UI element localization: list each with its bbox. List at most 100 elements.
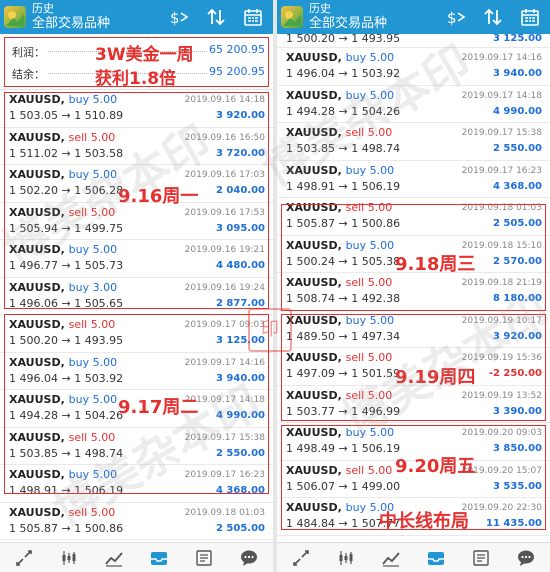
trade-datetime: 2019.09.17 14:16 bbox=[461, 53, 542, 63]
news-icon[interactable] bbox=[471, 548, 491, 568]
trade-datetime: 2019.09.19 15:36 bbox=[461, 353, 542, 363]
svg-text:$: $ bbox=[170, 9, 180, 27]
symbol-text: XAUUSD, bbox=[286, 238, 342, 252]
trade-pl: 4 990.00 bbox=[492, 105, 542, 117]
list-item[interactable]: XAUUSD, sell 5.00 1 511.02 → 1 503.58 2019… bbox=[0, 128, 273, 165]
chat-icon[interactable] bbox=[239, 548, 259, 568]
list-item[interactable]: XAUUSD, buy 5.00 1 503.05 → 1 510.89 2019.… bbox=[0, 90, 273, 128]
calendar-icon[interactable] bbox=[242, 6, 264, 28]
trade-symbol: XAUUSD, buy 5.00 bbox=[286, 501, 394, 514]
trade-pl: 2 550.00 bbox=[492, 143, 542, 154]
app-header: 历史 全部交易品种 $ bbox=[0, 0, 273, 34]
trade-pl: 2 570.00 bbox=[492, 255, 542, 267]
trade-datetime: 2019.09.18 15:10 bbox=[461, 240, 542, 251]
symbol-text: XAUUSD, bbox=[286, 463, 342, 477]
list-item[interactable]: XAUUSD, buy 5.00 1 496.77 → 1 505.73 2019.… bbox=[0, 240, 273, 278]
trade-side: sell 5.00 bbox=[68, 130, 116, 144]
trade-prices: 1 498.91 → 1 506.19 bbox=[286, 179, 401, 193]
chart-icon[interactable] bbox=[104, 548, 124, 568]
app-logo-icon[interactable] bbox=[4, 6, 26, 28]
list-item[interactable]: XAUUSD, buy 5.00 1 496.04 → 1 503.92 2019.… bbox=[0, 353, 273, 390]
list-item-partial[interactable]: 1 500.20 → 1 493.95 3 125.00 bbox=[277, 34, 550, 48]
list-item[interactable]: XAUUSD, buy 5.00 1 489.50 → 1 497.34 2019.… bbox=[277, 311, 550, 348]
trade-side: buy 5.00 bbox=[345, 88, 395, 102]
trade-symbol: XAUUSD, sell 5.00 bbox=[286, 464, 392, 477]
trade-datetime: 2019.09.18 21:19 bbox=[461, 278, 542, 288]
exchange-icon[interactable]: $ bbox=[168, 6, 190, 28]
trade-datetime: 2019.09.16 17:03 bbox=[184, 170, 265, 180]
list-item[interactable]: XAUUSD, sell 5.00 1 503.77 → 1 496.99 2019… bbox=[277, 386, 550, 423]
quotes-icon[interactable] bbox=[59, 548, 79, 568]
trade-symbol: XAUUSD, sell 5.00 bbox=[9, 206, 115, 219]
trade-symbol: XAUUSD, buy 5.00 bbox=[9, 168, 117, 181]
trade-prices: 1 489.50 → 1 497.34 bbox=[286, 329, 401, 343]
trade-prices: 1 496.77 → 1 505.73 bbox=[9, 259, 124, 272]
exchange-icon[interactable]: $ bbox=[445, 6, 467, 28]
list-item[interactable]: XAUUSD, buy 3.00 1 496.06 → 1 505.65 2019.… bbox=[0, 278, 273, 315]
annotation-day1: 9.16周一 bbox=[118, 186, 199, 207]
list-item[interactable]: XAUUSD, sell 5.00 1 503.85 → 1 498.74 2019… bbox=[277, 123, 550, 161]
trade-side: buy 3.00 bbox=[68, 280, 118, 294]
news-icon[interactable] bbox=[194, 548, 214, 568]
trade-prices: 1 502.20 → 1 506.28 bbox=[9, 184, 124, 197]
sort-icon[interactable] bbox=[205, 6, 227, 28]
trade-datetime: 2019.09.17 16:23 bbox=[461, 165, 542, 176]
header-title[interactable]: 全部交易品种 bbox=[309, 16, 387, 32]
symbol-text: XAUUSD, bbox=[9, 468, 65, 481]
trade-pl: 4 990.00 bbox=[215, 410, 265, 421]
app-logo-icon[interactable] bbox=[281, 6, 303, 28]
trade-pl: 4 480.00 bbox=[215, 260, 265, 271]
list-item[interactable]: XAUUSD, sell 5.00 1 500.20 → 1 493.95 2019… bbox=[0, 315, 273, 353]
trade-datetime: 2019.09.17 16:23 bbox=[184, 470, 265, 480]
list-item[interactable]: XAUUSD, sell 5.00 1 505.87 → 1 500.86 2019… bbox=[277, 198, 550, 236]
quotes-icon[interactable] bbox=[336, 548, 356, 568]
trade-pl: 3 920.00 bbox=[492, 330, 542, 342]
symbol-text: XAUUSD, bbox=[286, 126, 342, 139]
symbol-text: XAUUSD, bbox=[9, 205, 65, 219]
trade-datetime: 2019.09.18 01:03 bbox=[461, 203, 542, 213]
history-icon[interactable] bbox=[149, 548, 169, 568]
list-item[interactable]: XAUUSD, sell 5.00 1 508.74 → 1 492.38 2019… bbox=[277, 273, 550, 311]
svg-text:$: $ bbox=[447, 9, 457, 27]
sort-icon[interactable] bbox=[482, 6, 504, 28]
annotation-day4: 9.19周四 bbox=[395, 367, 476, 388]
history-icon[interactable] bbox=[426, 548, 446, 568]
symbol-text: XAUUSD, bbox=[9, 93, 65, 106]
symbol-text: XAUUSD, bbox=[286, 201, 342, 214]
list-item[interactable]: XAUUSD, sell 5.00 1 505.94 → 1 499.75 2019… bbox=[0, 203, 273, 240]
trade-pl: 2 877.00 bbox=[215, 297, 265, 309]
symbol-text: XAUUSD, bbox=[286, 351, 342, 364]
symbol-text: XAUUSD, bbox=[9, 168, 65, 181]
trade-pl: 3 125.00 bbox=[492, 34, 542, 44]
trade-pl: 2 550.00 bbox=[215, 447, 265, 459]
trade-pl: 2 040.00 bbox=[215, 185, 265, 196]
balance-label: 结余： bbox=[12, 68, 45, 81]
chat-icon[interactable] bbox=[516, 548, 536, 568]
trade-datetime: 2019.09.19 13:52 bbox=[461, 390, 542, 401]
trade-prices: 1 500.24 → 1 505.38 bbox=[286, 254, 401, 268]
trade-side: buy 5.00 bbox=[345, 51, 395, 64]
trade-pl: 3 390.00 bbox=[492, 405, 542, 417]
calendar-icon[interactable] bbox=[519, 6, 541, 28]
symbol-text: XAUUSD, bbox=[286, 388, 342, 402]
annotation-gain: 获利1.8倍 bbox=[95, 69, 177, 89]
trade-symbol: XAUUSD, sell 5.00 bbox=[9, 131, 115, 144]
trade-datetime: 2019.09.20 22:30 bbox=[461, 503, 542, 513]
trade-icon[interactable] bbox=[14, 548, 34, 568]
list-item[interactable]: XAUUSD, buy 5.00 1 494.28 → 1 504.26 2019.… bbox=[277, 86, 550, 123]
trade-prices: 1 503.77 → 1 496.99 bbox=[286, 404, 401, 418]
header-title[interactable]: 全部交易品种 bbox=[32, 16, 110, 32]
trade-prices: 1 498.91 → 1 506.19 bbox=[9, 484, 124, 497]
symbol-text: XAUUSD, bbox=[286, 51, 342, 64]
list-item[interactable]: XAUUSD, sell 5.00 1 503.85 → 1 498.74 2019… bbox=[0, 428, 273, 465]
list-item[interactable]: XAUUSD, buy 5.00 1 498.91 → 1 506.19 2019.… bbox=[277, 161, 550, 198]
list-item[interactable]: XAUUSD, sell 5.00 1 505.87 → 1 500.86 2019… bbox=[0, 503, 273, 540]
trade-prices: 1 496.04 → 1 503.92 bbox=[286, 67, 401, 80]
trade-side: buy 5.00 bbox=[68, 355, 118, 369]
trade-icon[interactable] bbox=[291, 548, 311, 568]
symbol-text: XAUUSD, bbox=[9, 355, 65, 369]
list-item[interactable]: XAUUSD, buy 5.00 1 496.04 → 1 503.92 2019.… bbox=[277, 48, 550, 86]
trade-prices: 1 494.28 → 1 504.26 bbox=[9, 409, 124, 422]
chart-icon[interactable] bbox=[381, 548, 401, 568]
list-item[interactable]: XAUUSD, buy 5.00 1 498.91 → 1 506.19 2019.… bbox=[0, 465, 273, 503]
